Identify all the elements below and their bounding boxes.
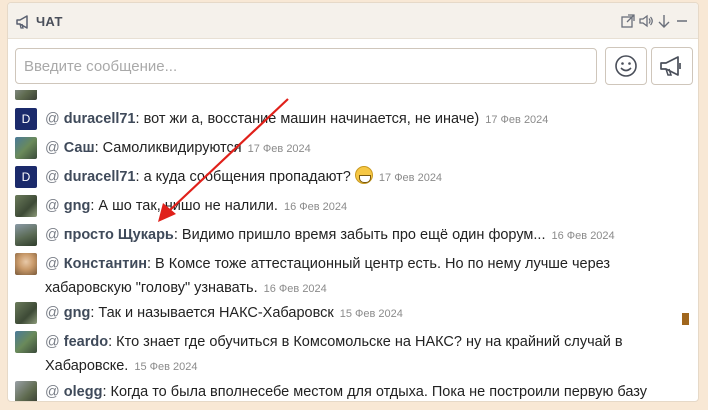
mention-at[interactable]: @ <box>45 169 60 185</box>
timestamp: 15 Фев 2024 <box>134 361 198 373</box>
header-toolbar <box>620 13 690 29</box>
chat-title: ЧАТ <box>36 14 63 29</box>
list-item: @ gng: А шо так, нишо не налили. 16 Фев … <box>15 194 680 219</box>
laughing-emoji-icon <box>354 166 373 184</box>
avatar[interactable] <box>15 195 37 217</box>
username[interactable]: feardo <box>64 334 108 350</box>
mention-at[interactable]: @ <box>45 111 60 127</box>
send-shout-button[interactable] <box>651 47 693 85</box>
list-item: @ Саш: Самоликвидируются 17 Фев 2024 <box>15 136 680 161</box>
megaphone-icon <box>660 56 681 76</box>
emoji-button[interactable] <box>605 47 647 85</box>
list-item <box>15 90 680 100</box>
composer <box>15 47 695 85</box>
scroll-marker[interactable] <box>682 313 689 325</box>
avatar[interactable] <box>15 90 37 100</box>
avatar[interactable]: D <box>15 108 37 130</box>
username[interactable]: gng <box>64 305 91 321</box>
chat-header: ЧАТ <box>8 3 698 39</box>
list-item: @ gng: Так и называется НАКС-Хабаровск 1… <box>15 301 680 326</box>
mention-at[interactable]: @ <box>45 227 60 243</box>
username[interactable]: duracell71 <box>64 111 136 127</box>
minimize-icon[interactable] <box>674 13 690 29</box>
message-text: : Так и называется НАКС-Хабаровск <box>90 305 334 321</box>
arrow-down-icon[interactable] <box>656 13 672 29</box>
mention-at[interactable]: @ <box>45 305 60 321</box>
open-external-icon[interactable] <box>620 13 636 29</box>
message-text: : Самоликвидируются <box>94 140 242 156</box>
username[interactable]: просто Щукарь <box>64 227 174 243</box>
timestamp: 17 Фев 2024 <box>247 143 311 155</box>
username[interactable]: olegg <box>64 384 103 400</box>
username[interactable]: Константин <box>64 256 147 272</box>
list-item: @ feardo: Кто знает где обучиться в Комс… <box>15 330 680 379</box>
timestamp: 15 Фев 2024 <box>339 308 403 320</box>
avatar[interactable] <box>15 224 37 246</box>
message-text: : Кто знает где обучиться в Комсомольске… <box>45 334 623 374</box>
message-input[interactable] <box>15 48 597 84</box>
avatar[interactable] <box>15 253 37 275</box>
chat-panel: ЧАТ Введите сообщение... D @ duracell71:… <box>7 2 699 402</box>
message-text: : Видимо пришло время забыть про ещё оди… <box>173 227 546 243</box>
avatar[interactable] <box>15 381 37 401</box>
smiley-icon <box>615 55 637 77</box>
mention-at[interactable]: @ <box>45 256 60 272</box>
avatar[interactable]: D <box>15 166 37 188</box>
avatar[interactable] <box>15 137 37 159</box>
timestamp: 16 Фев 2024 <box>283 201 348 213</box>
list-item: D @ duracell71: а куда сообщения пропада… <box>15 165 680 190</box>
message-list[interactable]: D @ duracell71: вот жи а, восстание маши… <box>8 90 698 401</box>
mention-at[interactable]: @ <box>45 198 60 214</box>
timestamp: 17 Фев 2024 <box>485 114 549 126</box>
message-text: : Когда то была вполнесебе местом для от… <box>102 384 647 400</box>
avatar[interactable] <box>15 302 37 324</box>
mention-at[interactable]: @ <box>45 140 60 156</box>
username[interactable]: gng <box>64 198 91 214</box>
username[interactable]: Саш <box>64 140 95 156</box>
message-text: : вот жи а, восстание машин начинается, … <box>135 111 480 127</box>
timestamp: 16 Фев 2024 <box>551 230 615 242</box>
list-item: @ Константин: В Комсе тоже аттестационны… <box>15 252 680 301</box>
timestamp: 17 Фев 2024 <box>378 172 443 184</box>
message-text: : А шо так, нишо не налили. <box>90 198 278 214</box>
mention-at[interactable]: @ <box>45 384 60 400</box>
message-text: : а куда сообщения пропадают? <box>135 169 351 185</box>
list-item: D @ duracell71: вот жи а, восстание маши… <box>15 107 680 132</box>
timestamp: 16 Фев 2024 <box>263 283 327 295</box>
username[interactable]: duracell71 <box>64 169 136 185</box>
avatar[interactable] <box>15 331 37 353</box>
list-item: @ просто Щукарь: Видимо пришло время заб… <box>15 223 680 248</box>
megaphone-icon <box>15 14 33 30</box>
mention-at[interactable]: @ <box>45 334 60 350</box>
list-item: @ olegg: Когда то была вполнесебе местом… <box>15 380 680 401</box>
sound-icon[interactable] <box>638 13 654 29</box>
